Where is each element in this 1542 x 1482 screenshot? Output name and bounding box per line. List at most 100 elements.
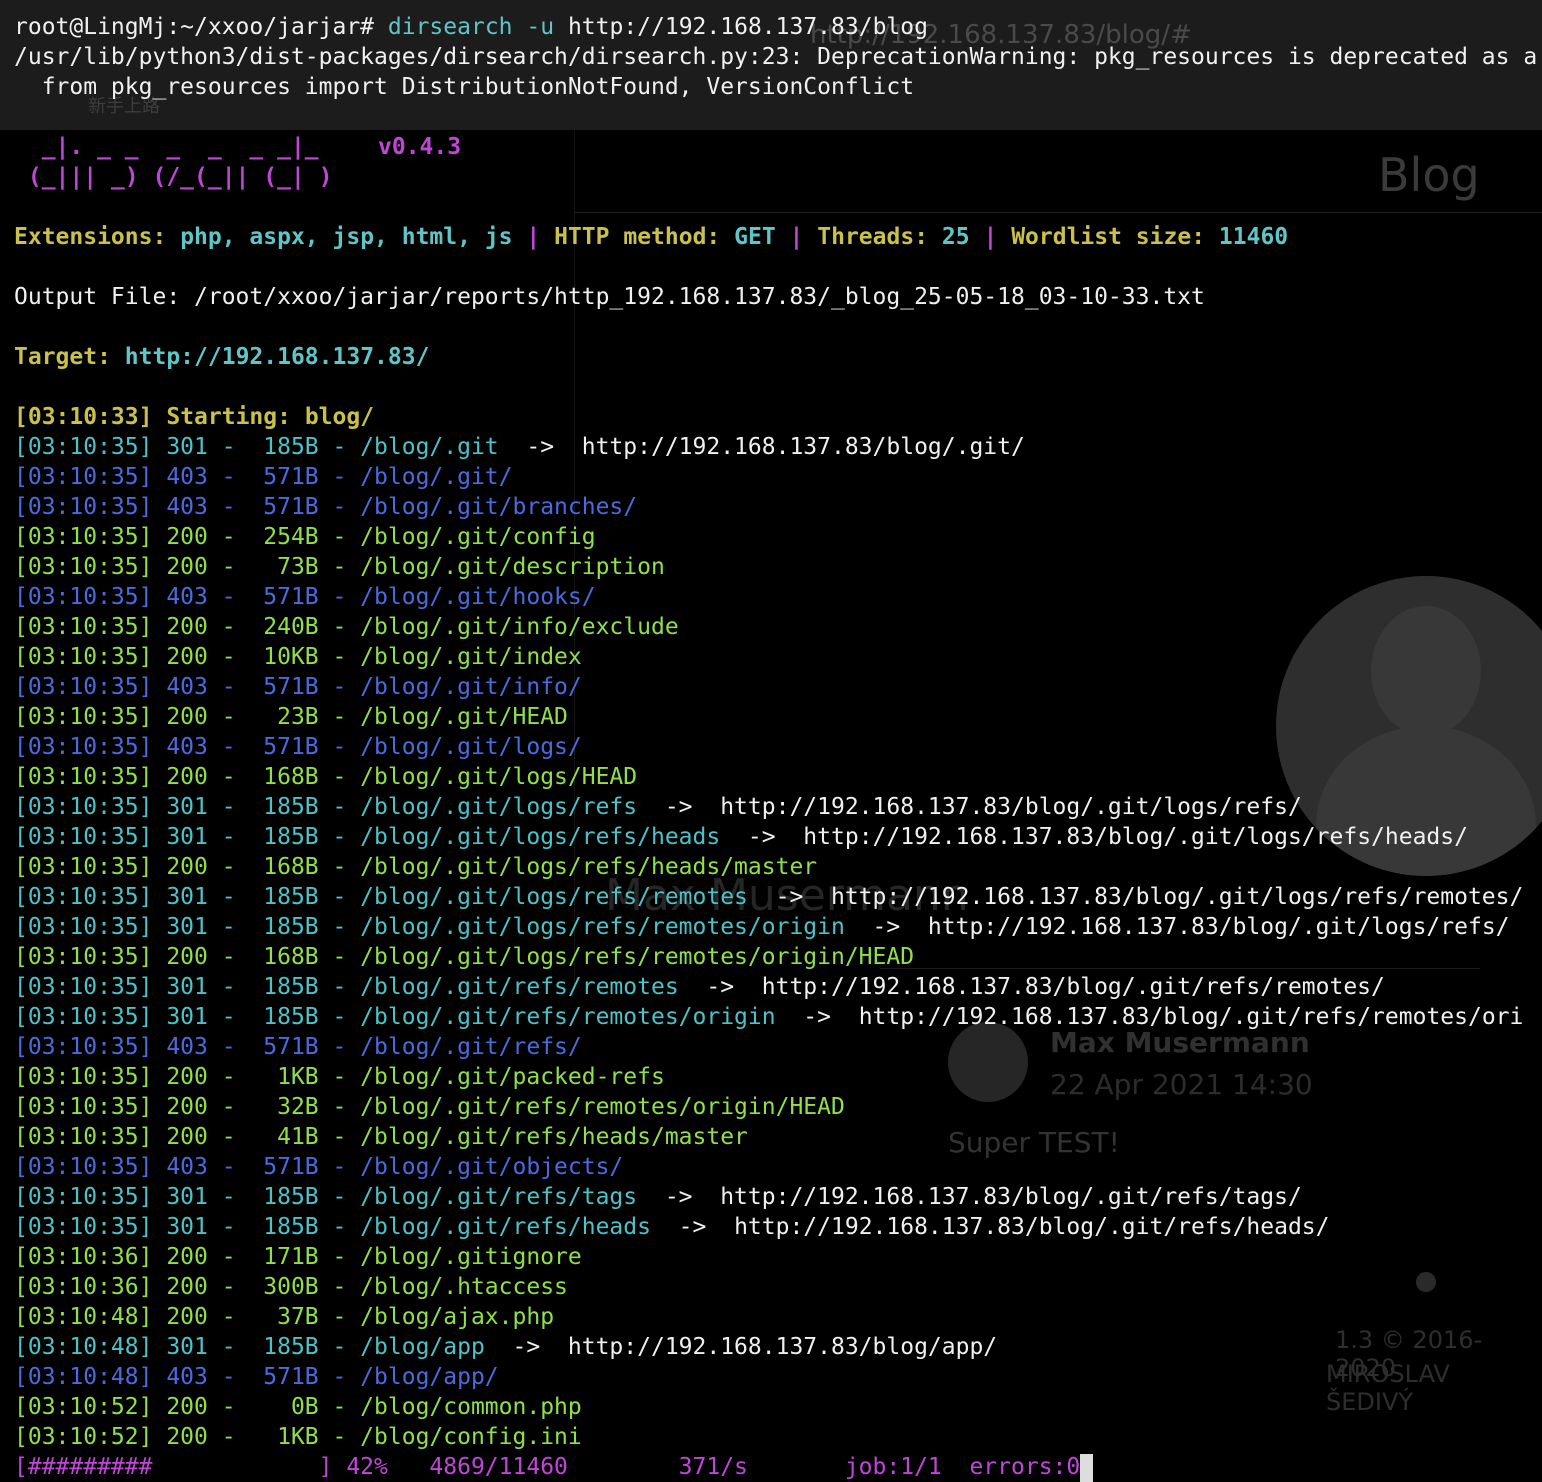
- result-entry: [03:10:35] 200 - 41B - /blog/.git/refs/h…: [14, 1124, 748, 1150]
- shell-prompt: root@LingMj:~/xxoo/jarjar#: [14, 14, 375, 40]
- result-row: [03:10:35] 200 - 240B - /blog/.git/info/…: [14, 612, 679, 642]
- result-row: [03:10:35] 301 - 185B - /blog/.git/logs/…: [14, 792, 1302, 822]
- result-row: [03:10:35] 200 - 23B - /blog/.git/HEAD: [14, 702, 568, 732]
- result-entry: [03:10:35] 200 - 32B - /blog/.git/refs/r…: [14, 1094, 845, 1120]
- redirect-target: -> http://192.168.137.83/blog/.git/logs/…: [747, 884, 1524, 910]
- result-entry: [03:10:35] 200 - 254B - /blog/.git/confi…: [14, 524, 596, 550]
- result-entry: [03:10:36] 200 - 171B - /blog/.gitignore: [14, 1244, 582, 1270]
- result-entry: [03:10:35] 301 - 185B - /blog/.git/refs/…: [14, 1214, 651, 1240]
- progress-line: [######### ] 42% 4869/11460 371/s job:1/…: [14, 1452, 1094, 1482]
- output-file: Output File: /root/xxoo/jarjar/reports/h…: [14, 284, 1205, 310]
- result-entry: [03:10:35] 200 - 240B - /blog/.git/info/…: [14, 614, 679, 640]
- command-flag: -u: [526, 14, 555, 40]
- dot-icon: [1416, 1272, 1436, 1292]
- result-row: [03:10:35] 200 - 41B - /blog/.git/refs/h…: [14, 1122, 748, 1152]
- result-entry: [03:10:35] 301 - 185B - /blog/.git/refs/…: [14, 1004, 776, 1030]
- result-entry: [03:10:35] 403 - 571B - /blog/.git/objec…: [14, 1154, 624, 1180]
- banner-logo: _|. _ _ _ _ _ _|_: [14, 134, 319, 160]
- result-row: [03:10:35] 403 - 571B - /blog/.git/hooks…: [14, 582, 596, 612]
- result-row: [03:10:35] 403 - 571B - /blog/.git/refs/: [14, 1032, 582, 1062]
- result-row: [03:10:36] 200 - 300B - /blog/.htaccess: [14, 1272, 568, 1302]
- command-arg: http://192.168.137.83/blog: [567, 14, 928, 40]
- result-row: [03:10:35] 200 - 1KB - /blog/.git/packed…: [14, 1062, 665, 1092]
- result-entry: [03:10:35] 301 - 185B - /blog/.git/refs/…: [14, 974, 679, 1000]
- result-entry: [03:10:35] 403 - 571B - /blog/.git/: [14, 464, 513, 490]
- result-entry: [03:10:35] 301 - 185B - /blog/.git/logs/…: [14, 884, 748, 910]
- result-entry: [03:10:35] 200 - 168B - /blog/.git/logs/…: [14, 764, 638, 790]
- result-entry: [03:10:35] 301 - 185B - /blog/.git/logs/…: [14, 914, 845, 940]
- target-line: Target: http://192.168.137.83/: [14, 344, 430, 370]
- result-entry: [03:10:35] 200 - 73B - /blog/.git/descri…: [14, 554, 665, 580]
- result-row: [03:10:48] 200 - 37B - /blog/ajax.php: [14, 1302, 554, 1332]
- footer-author: MIROSLAV ŠEDIVÝ: [1326, 1360, 1450, 1416]
- post-date: 22 Apr 2021 14:30: [1050, 1068, 1313, 1101]
- result-row: [03:10:35] 301 - 185B - /blog/.git/refs/…: [14, 1002, 1523, 1032]
- result-row: [03:10:35] 200 - 168B - /blog/.git/logs/…: [14, 942, 914, 972]
- post-avatar: [948, 1022, 1028, 1102]
- redirect-target: -> http://192.168.137.83/blog/.git/refs/…: [650, 1214, 1330, 1240]
- start-line: [03:10:33] Starting: blog/: [14, 404, 375, 430]
- banner-logo: (_||| _) (/_(_|| (_| ): [14, 164, 333, 190]
- result-entry: [03:10:52] 200 - 0B - /blog/common.php: [14, 1394, 582, 1420]
- result-row: [03:10:35] 200 - 168B - /blog/.git/logs/…: [14, 762, 637, 792]
- redirect-target: -> http://192.168.137.83/blog/.git/: [498, 434, 1025, 460]
- result-row: [03:10:35] 301 - 185B - /blog/.git/refs/…: [14, 1182, 1302, 1212]
- result-row: [03:10:35] 200 - 10KB - /blog/.git/index: [14, 642, 582, 672]
- redirect-target: -> http://192.168.137.83/blog/.git/logs/…: [637, 794, 1302, 820]
- result-entry: [03:10:35] 200 - 168B - /blog/.git/logs/…: [14, 854, 818, 880]
- result-row: [03:10:35] 403 - 571B - /blog/.git/branc…: [14, 492, 637, 522]
- redirect-target: -> http://192.168.137.83/blog/app/: [484, 1334, 998, 1360]
- result-row: [03:10:35] 403 - 571B - /blog/.git/info/: [14, 672, 582, 702]
- result-entry: [03:10:35] 403 - 571B - /blog/.git/hooks…: [14, 584, 596, 610]
- result-entry: [03:10:35] 200 - 23B - /blog/.git/HEAD: [14, 704, 568, 730]
- result-entry: [03:10:35] 200 - 10KB - /blog/.git/index: [14, 644, 582, 670]
- command-line: root@LingMj:~/xxoo/jarjar# dirsearch -u …: [14, 12, 928, 42]
- result-row: [03:10:35] 403 - 571B - /blog/.git/objec…: [14, 1152, 623, 1182]
- result-row: [03:10:48] 403 - 571B - /blog/app/: [14, 1362, 499, 1392]
- result-row: [03:10:35] 200 - 32B - /blog/.git/refs/r…: [14, 1092, 845, 1122]
- result-entry: [03:10:35] 301 - 185B - /blog/.git/logs/…: [14, 824, 721, 850]
- result-entry: [03:10:35] 403 - 571B - /blog/.git/info/: [14, 674, 582, 700]
- command-bin: dirsearch: [387, 14, 513, 40]
- result-row: [03:10:35] 301 - 185B - /blog/.git/logs/…: [14, 822, 1468, 852]
- blog-title: Blog: [1378, 148, 1480, 202]
- post-text: Super TEST!: [948, 1126, 1120, 1159]
- result-entry: [03:10:35] 403 - 571B - /blog/.git/logs/: [14, 734, 582, 760]
- result-row: [03:10:52] 200 - 0B - /blog/common.php: [14, 1392, 582, 1422]
- redirect-target: -> http://192.168.137.83/blog/.git/logs/…: [844, 914, 1510, 940]
- result-entry: [03:10:35] 301 - 185B - /blog/.git: [14, 434, 499, 460]
- result-entry: [03:10:48] 301 - 185B - /blog/app: [14, 1334, 485, 1360]
- warning-line: from pkg_resources import DistributionNo…: [14, 74, 915, 100]
- result-row: [03:10:35] 301 - 185B - /blog/.git/logs/…: [14, 882, 1523, 912]
- footer-version: 1.3 © 2016-2020: [1335, 1326, 1483, 1382]
- redirect-target: -> http://192.168.137.83/blog/.git/refs/…: [637, 1184, 1302, 1210]
- result-row: [03:10:36] 200 - 171B - /blog/.gitignore: [14, 1242, 582, 1272]
- redirect-target: -> http://192.168.137.83/blog/.git/refs/…: [678, 974, 1385, 1000]
- version-label: v0.4.3: [378, 134, 462, 160]
- result-row: [03:10:35] 403 - 571B - /blog/.git/logs/: [14, 732, 582, 762]
- result-entry: [03:10:35] 403 - 571B - /blog/.git/refs/: [14, 1034, 582, 1060]
- result-entry: [03:10:36] 200 - 300B - /blog/.htaccess: [14, 1274, 568, 1300]
- result-entry: [03:10:35] 301 - 185B - /blog/.git/logs/…: [14, 794, 638, 820]
- warning-line: /usr/lib/python3/dist-packages/dirsearch…: [14, 44, 1538, 70]
- result-row: [03:10:35] 301 - 185B - /blog/.git/logs/…: [14, 912, 1510, 942]
- redirect-target: -> http://192.168.137.83/blog/.git/logs/…: [720, 824, 1468, 850]
- result-row: [03:10:35] 200 - 168B - /blog/.git/logs/…: [14, 852, 817, 882]
- result-row: [03:10:35] 301 - 185B - /blog/.git/refs/…: [14, 972, 1385, 1002]
- result-entry: [03:10:48] 200 - 37B - /blog/ajax.php: [14, 1304, 555, 1330]
- result-row: [03:10:35] 200 - 254B - /blog/.git/confi…: [14, 522, 596, 552]
- result-row: [03:10:52] 200 - 1KB - /blog/config.ini: [14, 1422, 582, 1452]
- result-row: [03:10:48] 301 - 185B - /blog/app -> htt…: [14, 1332, 997, 1362]
- result-row: [03:10:35] 301 - 185B - /blog/.git -> ht…: [14, 432, 1025, 462]
- result-entry: [03:10:48] 403 - 571B - /blog/app/: [14, 1364, 499, 1390]
- cursor: [1080, 1453, 1094, 1482]
- divider: [575, 212, 1542, 213]
- config-line: Extensions: php, aspx, jsp, html, js | H…: [14, 224, 1289, 250]
- redirect-target: -> http://192.168.137.83/blog/.git/refs/…: [775, 1004, 1524, 1030]
- result-entry: [03:10:35] 301 - 185B - /blog/.git/refs/…: [14, 1184, 638, 1210]
- result-entry: [03:10:52] 200 - 1KB - /blog/config.ini: [14, 1424, 582, 1450]
- result-entry: [03:10:35] 200 - 168B - /blog/.git/logs/…: [14, 944, 915, 970]
- result-row: [03:10:35] 200 - 73B - /blog/.git/descri…: [14, 552, 665, 582]
- result-entry: [03:10:35] 403 - 571B - /blog/.git/branc…: [14, 494, 638, 520]
- result-row: [03:10:35] 301 - 185B - /blog/.git/refs/…: [14, 1212, 1330, 1242]
